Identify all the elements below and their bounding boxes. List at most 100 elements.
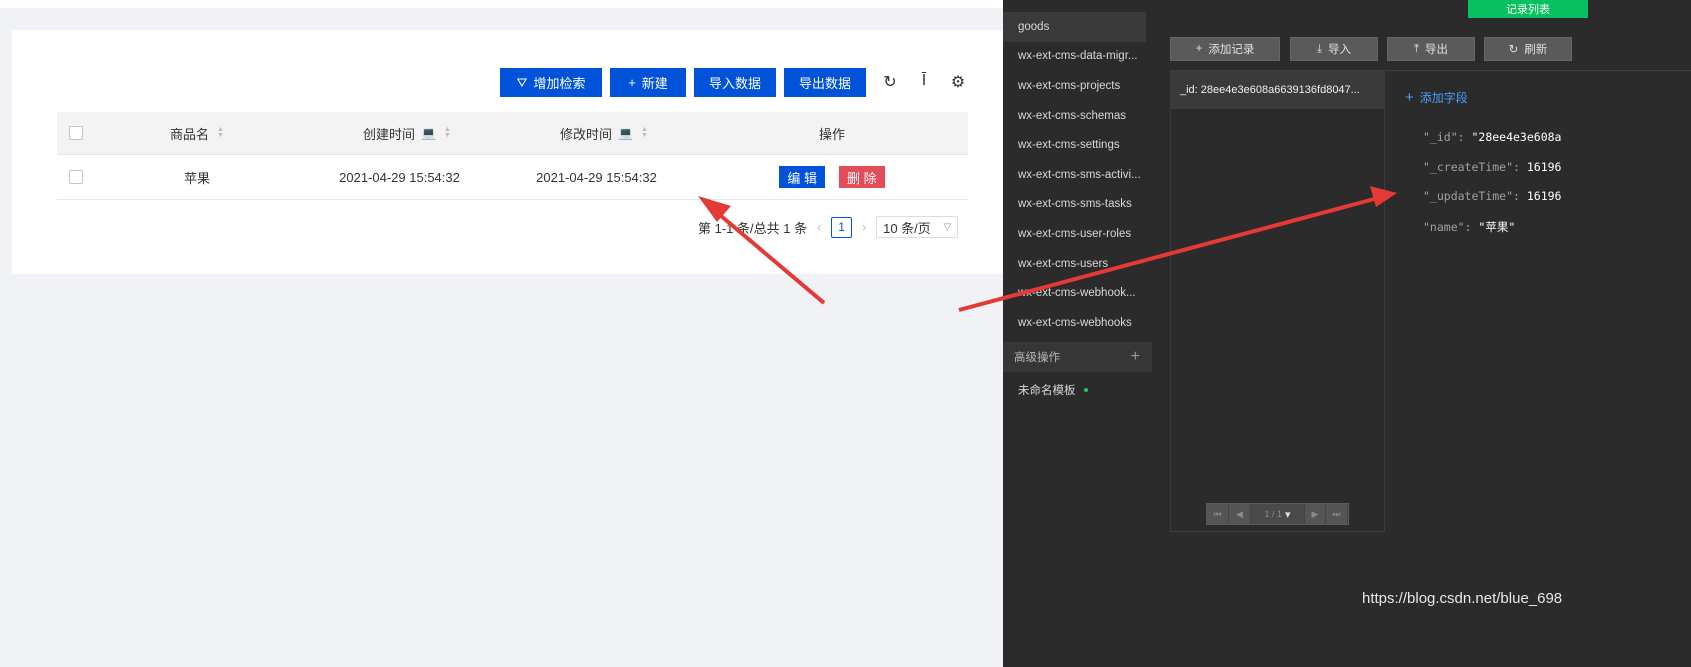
collection-item[interactable]: wx-ext-cms-settings [1003, 130, 1146, 160]
export-label: 导出 [1425, 44, 1449, 56]
refresh-icon[interactable]: ↻ [880, 72, 900, 92]
top-strip [0, 0, 1003, 8]
field-key: "_createTime": [1423, 160, 1527, 174]
cell-modified: 2021-04-29 15:54:32 [536, 169, 657, 185]
header-name-label: 商品名 [170, 126, 210, 142]
monitor-icon: 💻 [421, 126, 437, 140]
page-size-value: 10 条/页 [883, 220, 931, 236]
add-filter-label: 增加检索 [533, 76, 586, 91]
record-item[interactable]: _id: 28ee4e3e608a6639136fd8047... [1171, 71, 1384, 109]
page-1-button[interactable]: 1 [831, 216, 853, 238]
sort-icon[interactable]: ▲ ▼ [444, 126, 451, 139]
export-button[interactable]: ⤒ 导出 [1387, 37, 1475, 61]
collection-sidebar: goods wx-ext-cms-data-migr... wx-ext-cms-p… [1003, 0, 1152, 667]
edit-button[interactable]: 编 辑 [779, 166, 825, 188]
download-icon: ⤓ [1316, 42, 1323, 55]
field-row[interactable]: "_updateTime": 16196 [1423, 189, 1561, 203]
import-data-button[interactable]: 导入数据 [694, 68, 776, 97]
cell-created: 2021-04-29 15:54:32 [339, 169, 460, 185]
next-page-icon[interactable]: ▶ [1304, 504, 1326, 524]
field-key: "_id": [1423, 130, 1472, 144]
watermark: https://blog.csdn.net/blue_698 [1362, 590, 1563, 607]
refresh-button[interactable]: ↻ 刷新 [1484, 37, 1572, 61]
collection-item[interactable]: wx-ext-cms-users [1003, 249, 1146, 279]
plus-icon: + [1195, 43, 1203, 55]
upload-icon: ⤒ [1413, 42, 1420, 55]
collection-item[interactable]: goods [1003, 12, 1146, 42]
collection-item[interactable]: wx-ext-cms-sms-activi... [1003, 160, 1146, 190]
delete-button[interactable]: 删 除 [839, 166, 885, 188]
export-data-label: 导出数据 [798, 76, 851, 91]
header-modified[interactable]: 修改时间 💻 ▲ ▼ [514, 112, 694, 154]
page-indicator[interactable]: 1 / 1 ▾ [1251, 504, 1304, 524]
prev-page-icon[interactable]: ‹ [817, 220, 821, 234]
plus-icon: + [1405, 89, 1414, 106]
add-field-label: 添加字段 [1419, 91, 1468, 105]
sort-icon[interactable]: ▲ ▼ [641, 126, 648, 139]
field-row[interactable]: "_createTime": 16196 [1423, 160, 1561, 174]
add-filter-button[interactable]: ⛛ 增加检索 [500, 68, 602, 97]
field-value: "28ee4e3e608a [1471, 130, 1562, 144]
plus-icon: + [628, 75, 636, 90]
field-value: 16196 [1526, 189, 1562, 203]
field-row[interactable]: "name": "苹果" [1423, 219, 1515, 235]
table-header: 商品名 ▲ ▼ 创建时间 💻 ▲ ▼ 修改时间 💻 ▲ ▼ 操作 [57, 112, 968, 155]
collection-item[interactable]: wx-ext-cms-webhooks [1003, 308, 1146, 338]
advanced-operations-label: 高级操作 [1014, 352, 1060, 364]
header-created[interactable]: 创建时间 💻 ▲ ▼ [317, 112, 497, 154]
add-record-button[interactable]: + 添加记录 [1170, 37, 1280, 61]
plus-icon[interactable]: + [1131, 348, 1140, 366]
toolbar: ⛛ 增加检索 + 新建 导入数据 导出数据 [500, 68, 866, 97]
text-column-icon[interactable]: Ī [914, 72, 934, 92]
header-modified-label: 修改时间 [560, 126, 613, 142]
select-all-cell [69, 112, 83, 154]
field-value: 16196 [1526, 160, 1562, 174]
chevron-down-icon: ▽ [943, 221, 952, 233]
gear-icon[interactable]: ⚙ [948, 72, 968, 92]
page-size-select[interactable]: 10 条/页 ▽ [876, 216, 959, 238]
select-all-checkbox[interactable] [69, 126, 83, 140]
collection-item[interactable]: wx-ext-cms-user-roles [1003, 219, 1146, 249]
header-created-label: 创建时间 [363, 126, 416, 142]
collection-list: goods wx-ext-cms-data-migr... wx-ext-cms-p… [1003, 0, 1152, 338]
new-label: 新建 [641, 76, 668, 91]
prev-page-icon[interactable]: ◀ [1229, 504, 1251, 524]
add-record-label: 添加记录 [1208, 44, 1255, 56]
record-list-tab[interactable]: 记录列表 [1468, 0, 1588, 18]
export-data-button[interactable]: 导出数据 [784, 68, 866, 97]
record-list: _id: 28ee4e3e608a6639136fd8047... ⏮ ◀ 1 … [1170, 70, 1385, 532]
row-checkbox[interactable] [69, 170, 83, 184]
refresh-icon: ↻ [1508, 44, 1519, 56]
collection-item[interactable]: wx-ext-cms-data-migr... [1003, 42, 1146, 72]
record-panel: 记录列表 + 添加记录 ⤓ 导入 ⤒ 导出 ↻ 刷新 _id: 28ee4e3e… [1152, 0, 1691, 667]
pagination-summary: 第 1-1 条/总共 1 条 [698, 220, 808, 236]
new-button[interactable]: + 新建 [610, 68, 686, 97]
collection-item[interactable]: wx-ext-cms-schemas [1003, 101, 1146, 131]
row-select-cell [69, 155, 83, 199]
field-value: "苹果" [1478, 220, 1516, 234]
template-name: 未命名模板 [1018, 385, 1076, 397]
sort-icon[interactable]: ▲ ▼ [217, 126, 224, 139]
table-row: 苹果 2021-04-29 15:54:32 2021-04-29 15:54:… [57, 155, 968, 200]
status-dot-icon [1083, 388, 1088, 392]
cell-actions: 编 辑 删 除 [757, 155, 907, 199]
first-page-icon[interactable]: ⏮ [1207, 504, 1229, 524]
pagination: 第 1-1 条/总共 1 条 ‹ 1 › 10 条/页 ▽ [698, 216, 959, 238]
collection-item[interactable]: wx-ext-cms-projects [1003, 71, 1146, 101]
add-field-button[interactable]: + 添加字段 [1405, 89, 1468, 106]
table-tools: ↻ Ī ⚙ [880, 72, 968, 92]
field-key: "_updateTime": [1423, 189, 1527, 203]
last-page-icon[interactable]: ⏭ [1326, 504, 1348, 524]
header-name[interactable]: 商品名 ▲ ▼ [137, 112, 257, 154]
advanced-operations-header[interactable]: 高级操作 + [1003, 342, 1152, 372]
next-page-icon[interactable]: › [862, 220, 866, 234]
field-row[interactable]: "_id": "28ee4e3e608a [1423, 130, 1561, 144]
record-pagination: ⏮ ◀ 1 / 1 ▾ ▶ ⏭ [1206, 503, 1349, 525]
collection-item[interactable]: wx-ext-cms-webhook... [1003, 278, 1146, 308]
import-button[interactable]: ⤓ 导入 [1290, 37, 1378, 61]
template-item[interactable]: 未命名模板 [1018, 382, 1088, 398]
page-indicator-text: 1 / 1 [1264, 509, 1282, 519]
field-key: "name": [1423, 220, 1479, 234]
refresh-label: 刷新 [1524, 44, 1548, 56]
collection-item[interactable]: wx-ext-cms-sms-tasks [1003, 190, 1146, 220]
